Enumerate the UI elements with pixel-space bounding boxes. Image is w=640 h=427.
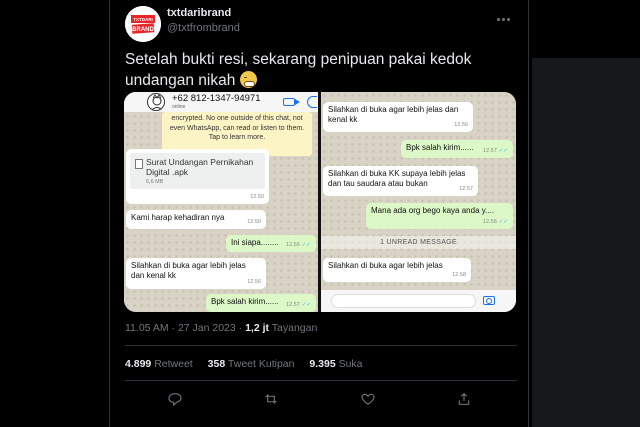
message-text: Kami harap kehadiran nya: [131, 213, 225, 222]
read-receipt-icon: ✓✓: [498, 148, 508, 154]
contact-avatar: [147, 93, 165, 111]
message-text: Silahkan di buka agar lebih jelas: [328, 261, 443, 270]
retweets-stat[interactable]: 4.899 Retweet: [125, 358, 193, 370]
message-input: [331, 294, 476, 308]
unread-message-divider: 1 UNREAD MESSAGE: [321, 236, 516, 249]
chat-input-bar: [321, 290, 516, 312]
tweet-body: Setelah bukti resi, sekarang penipuan pa…: [125, 51, 472, 89]
file-size: 6,6 MB: [146, 179, 164, 185]
views-count: 1,2 jt: [245, 322, 270, 334]
tweet-media[interactable]: +62 812-1347-94971 online encrypted. No …: [124, 92, 516, 312]
side-panel: [532, 58, 640, 427]
message-text: Bpk salah kirim......: [406, 143, 474, 152]
file-name: Surat Undangan Pernikahan Digital .apk: [146, 157, 254, 177]
read-receipt-icon: ✓✓: [498, 219, 508, 225]
chat-header: +62 812-1347-94971 online: [124, 92, 318, 112]
chat-screenshot-right: Silahkan di buka agar lebih jelas dan ke…: [321, 92, 516, 312]
file-message: Surat Undangan Pernikahan Digital .apk 6…: [126, 149, 269, 204]
author-handle[interactable]: @txtfrombrand: [167, 22, 240, 34]
message-bubble: Kami harap kehadiran nya 12.50: [126, 210, 266, 229]
message-bubble-outgoing: Mana ada org bego kaya anda y.... 12.58 ✓…: [366, 203, 513, 229]
message-bubble: Silahkan di buka KK supaya lebih jelas d…: [323, 166, 478, 196]
message-text: Silahkan di buka agar lebih jelas dan ke…: [131, 261, 246, 280]
retweet-icon[interactable]: [263, 391, 281, 407]
more-options-icon[interactable]: [496, 8, 516, 22]
tweet-text: Setelah bukti resi, sekarang penipuan pa…: [125, 49, 515, 91]
message-time: 12.50: [250, 194, 264, 200]
message-text: Mana ada org bego kaya anda y....: [371, 206, 495, 215]
like-icon[interactable]: [360, 391, 378, 407]
chat-screenshot-left: +62 812-1347-94971 online encrypted. No …: [124, 92, 318, 312]
tweet-frame: TXTDARI BRAND txtdaribrand @txtfrombrand…: [0, 0, 640, 427]
message-bubble-outgoing: Bpk salah kirim...... 12.57 ✓✓: [401, 140, 513, 158]
message-bubble: Silahkan di buka agar lebih jelas dan ke…: [323, 102, 473, 132]
file-attachment: Surat Undangan Pernikahan Digital .apk 6…: [130, 153, 265, 189]
message-time: 12.50: [247, 219, 261, 225]
tweet-stats: 4.899 Retweet 358 Tweet Kutipan 9.395 Su…: [125, 358, 363, 370]
message-text: Silahkan di buka agar lebih jelas dan ke…: [328, 105, 459, 124]
avatar[interactable]: TXTDARI BRAND: [125, 6, 161, 42]
message-time: 12.57: [286, 302, 300, 308]
column-divider-left: [109, 0, 110, 427]
message-time: 12.57: [459, 186, 473, 192]
divider: [125, 380, 517, 381]
message-text: Silahkan di buka KK supaya lebih jelas d…: [328, 169, 466, 188]
svg-text:TXTDARI: TXTDARI: [133, 17, 153, 22]
tweet-meta: 11.05 AM · 27 Jan 2023 · 1,2 jt Tayangan: [125, 322, 318, 334]
message-time: 12.56: [454, 122, 468, 128]
reply-icon[interactable]: [167, 391, 185, 407]
tweet-time[interactable]: 11.05 AM: [125, 322, 169, 334]
weary-face-icon: [239, 71, 257, 88]
author-display-name[interactable]: txtdaribrand: [167, 7, 231, 19]
quotes-stat[interactable]: 358 Tweet Kutipan: [208, 358, 295, 370]
message-bubble: Silahkan di buka agar lebih jelas 12.58: [323, 258, 471, 282]
svg-text:BRAND: BRAND: [132, 27, 154, 33]
message-time: 12.56: [286, 242, 300, 248]
message-text: Bpk salah kirim......: [211, 297, 279, 306]
read-receipt-icon: ✓✓: [301, 302, 311, 308]
divider: [125, 345, 517, 346]
message-bubble-outgoing: Bpk salah kirim...... 12.57 ✓✓: [206, 294, 316, 312]
phone-icon: [307, 96, 317, 108]
message-time: 12.58: [452, 272, 466, 278]
message-time: 12.57: [483, 148, 497, 154]
column-divider-right: [528, 0, 529, 427]
message-bubble-outgoing: Ini siapa........ 12.56 ✓✓: [226, 235, 316, 252]
contact-number: +62 812-1347-94971: [172, 93, 261, 104]
message-text: Ini siapa........: [231, 238, 279, 247]
camera-icon: [483, 296, 495, 305]
read-receipt-icon: ✓✓: [301, 242, 311, 248]
contact-status: online: [172, 104, 186, 110]
video-call-icon: [283, 98, 300, 106]
document-icon: [135, 159, 143, 169]
message-bubble: Silahkan di buka agar lebih jelas dan ke…: [126, 258, 266, 289]
message-time: 12.56: [247, 279, 261, 285]
share-icon[interactable]: [456, 391, 474, 407]
likes-stat[interactable]: 9.395 Suka: [309, 358, 362, 370]
message-time: 12.58: [483, 219, 497, 225]
views-label: Tayangan: [271, 322, 318, 334]
tweet-date[interactable]: 27 Jan 2023: [178, 322, 236, 334]
